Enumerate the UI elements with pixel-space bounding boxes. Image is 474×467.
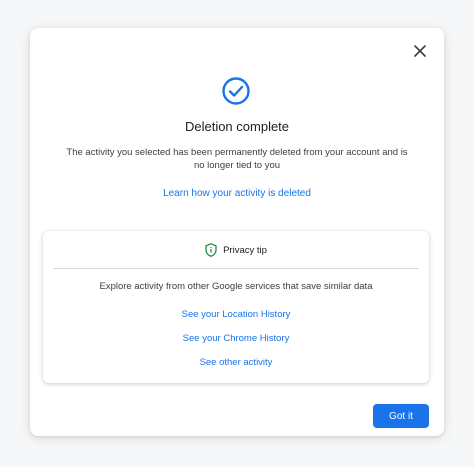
privacy-tip-card: Privacy tip Explore activity from other … bbox=[43, 231, 429, 383]
other-activity-link[interactable]: See other activity bbox=[43, 357, 429, 368]
close-icon bbox=[414, 45, 426, 57]
chrome-history-link[interactable]: See your Chrome History bbox=[43, 333, 429, 344]
location-history-link[interactable]: See your Location History bbox=[43, 309, 429, 320]
dialog-description: The activity you selected has been perma… bbox=[66, 147, 408, 171]
check-circle-icon bbox=[222, 77, 250, 105]
close-button[interactable] bbox=[406, 37, 434, 65]
divider bbox=[53, 268, 419, 269]
shield-icon bbox=[205, 243, 217, 257]
privacy-tip-header: Privacy tip bbox=[43, 240, 429, 260]
learn-more-link[interactable]: Learn how your activity is deleted bbox=[30, 188, 444, 199]
deletion-complete-dialog: Deletion complete The activity you selec… bbox=[30, 28, 444, 436]
privacy-tip-description: Explore activity from other Google servi… bbox=[99, 281, 373, 292]
dialog-title: Deletion complete bbox=[184, 119, 290, 134]
privacy-tip-label: Privacy tip bbox=[223, 244, 267, 256]
got-it-button[interactable]: Got it bbox=[373, 404, 429, 428]
